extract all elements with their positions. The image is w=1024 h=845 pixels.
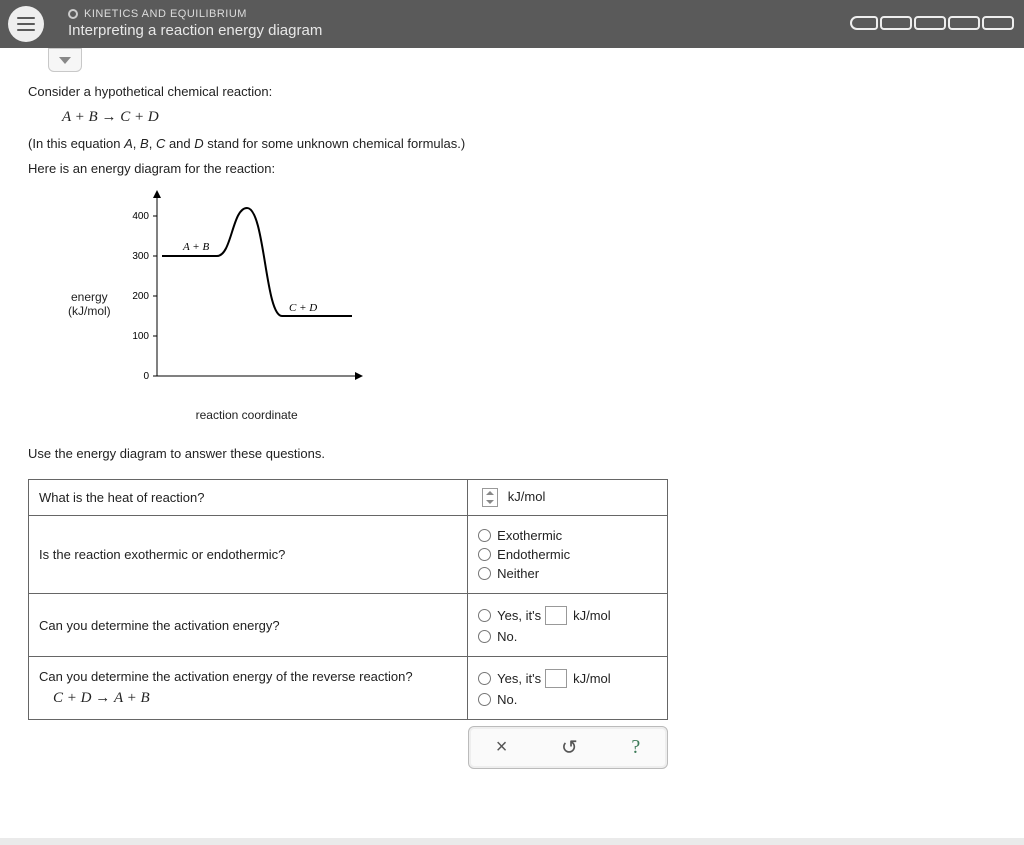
energy-diagram: energy(kJ/mol) 0 100 200 bbox=[68, 186, 996, 422]
forward-equation: A + B → C + D bbox=[62, 109, 996, 126]
q2-radio-neither[interactable] bbox=[478, 567, 491, 580]
svg-text:200: 200 bbox=[132, 291, 149, 302]
page-title: Interpreting a reaction energy diagram bbox=[68, 21, 322, 41]
topic-label: KINETICS AND EQUILIBRIUM bbox=[84, 7, 247, 21]
svg-text:400: 400 bbox=[132, 211, 149, 222]
answer-controls: × ↺ ? bbox=[468, 726, 668, 769]
q3-prompt: Can you determine the activation energy? bbox=[29, 594, 468, 657]
intro-line-3: Here is an energy diagram for the reacti… bbox=[28, 161, 996, 176]
q4-answer: Yes, it's kJ/mol No. bbox=[468, 657, 668, 720]
q1-prompt: What is the heat of reaction? bbox=[29, 480, 468, 516]
row-q3: Can you determine the activation energy?… bbox=[29, 594, 668, 657]
y-axis-label: energy(kJ/mol) bbox=[68, 290, 111, 318]
q4-radio-yes[interactable] bbox=[478, 672, 491, 685]
page-content: Consider a hypothetical chemical reactio… bbox=[0, 48, 1024, 838]
q2-radio-endothermic[interactable] bbox=[478, 548, 491, 561]
q3-input[interactable] bbox=[545, 606, 567, 625]
progress-indicator bbox=[850, 16, 1014, 30]
q3-radio-yes[interactable] bbox=[478, 609, 491, 622]
svg-text:0: 0 bbox=[143, 371, 149, 382]
reset-button[interactable]: ↺ bbox=[561, 735, 578, 760]
cancel-button[interactable]: × bbox=[496, 736, 508, 759]
help-button[interactable]: ? bbox=[631, 736, 640, 759]
q4-prompt: Can you determine the activation energy … bbox=[39, 669, 413, 684]
chart-svg: 0 100 200 300 400 A + B bbox=[117, 186, 377, 406]
q1-unit: kJ/mol bbox=[508, 489, 546, 504]
header-text: KINETICS AND EQUILIBRIUM Interpreting a … bbox=[68, 7, 322, 41]
q2-radio-exothermic[interactable] bbox=[478, 529, 491, 542]
q2-prompt: Is the reaction exothermic or endothermi… bbox=[29, 516, 468, 594]
top-bar: KINETICS AND EQUILIBRIUM Interpreting a … bbox=[0, 0, 1024, 48]
q3-radio-no[interactable] bbox=[478, 630, 491, 643]
chevron-down-icon bbox=[59, 57, 71, 64]
menu-button[interactable] bbox=[8, 6, 44, 42]
q4-radio-no[interactable] bbox=[478, 693, 491, 706]
reverse-equation: C + D → A + B bbox=[53, 690, 457, 707]
row-q2: Is the reaction exothermic or endothermi… bbox=[29, 516, 668, 594]
q3-answer: Yes, it's kJ/mol No. bbox=[468, 594, 668, 657]
row-q1: What is the heat of reaction? kJ/mol bbox=[29, 480, 668, 516]
use-diagram-line: Use the energy diagram to answer these q… bbox=[28, 446, 996, 461]
x-axis-label: reaction coordinate bbox=[117, 408, 377, 422]
svg-text:300: 300 bbox=[132, 251, 149, 262]
svg-text:C + D: C + D bbox=[289, 302, 317, 314]
q1-answer: kJ/mol bbox=[468, 480, 668, 516]
q2-answer: Exothermic Endothermic Neither bbox=[468, 516, 668, 594]
intro-line-1: Consider a hypothetical chemical reactio… bbox=[28, 84, 996, 99]
question-table: What is the heat of reaction? kJ/mol Is … bbox=[28, 479, 668, 720]
q4-prompt-cell: Can you determine the activation energy … bbox=[29, 657, 468, 720]
q4-input[interactable] bbox=[545, 669, 567, 688]
status-dot-icon bbox=[68, 9, 78, 19]
q1-input[interactable] bbox=[482, 488, 498, 507]
expand-button[interactable] bbox=[48, 48, 82, 72]
svg-text:100: 100 bbox=[132, 331, 149, 342]
intro-line-2: (In this equation A, B, C and D stand fo… bbox=[28, 136, 996, 151]
svg-text:A + B: A + B bbox=[182, 241, 209, 253]
row-q4: Can you determine the activation energy … bbox=[29, 657, 668, 720]
